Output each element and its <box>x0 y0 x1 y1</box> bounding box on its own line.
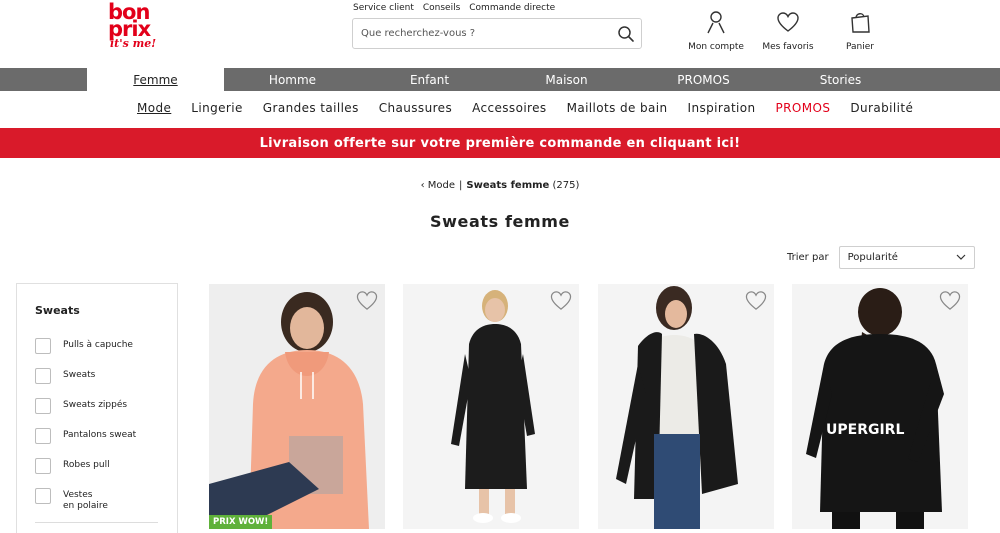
search-box <box>352 18 642 49</box>
tab-enfant[interactable]: Enfant <box>361 68 498 91</box>
checkbox[interactable] <box>35 458 51 474</box>
account-label: Mon compte <box>688 42 744 52</box>
tab-homme[interactable]: Homme <box>224 68 361 91</box>
sub-nav: Mode Lingerie Grandes tailles Chaussures… <box>137 101 913 115</box>
chevron-left-icon: ‹ <box>420 180 425 191</box>
sort-label: Trier par <box>787 252 829 263</box>
sort-control: Trier par Popularité <box>787 246 975 269</box>
product-image <box>598 284 774 529</box>
subnav-mode[interactable]: Mode <box>137 101 171 115</box>
subnav-lingerie[interactable]: Lingerie <box>191 101 242 115</box>
subnav-accessoires[interactable]: Accessoires <box>472 101 546 115</box>
logo-tagline: it's me! <box>110 37 157 50</box>
filter-title: Sweats <box>35 304 80 317</box>
cart-button[interactable]: Panier <box>824 8 896 52</box>
subnav-inspiration[interactable]: Inspiration <box>688 101 756 115</box>
heart-icon <box>776 8 800 36</box>
tab-stories[interactable]: Stories <box>772 68 909 91</box>
subnav-promos[interactable]: PROMOS <box>776 101 831 115</box>
link-commande-directe[interactable]: Commande directe <box>469 3 555 13</box>
filter-panel: Sweats Pulls à capuche Sweats Sweats zip… <box>16 283 178 533</box>
sort-select[interactable]: Popularité <box>838 246 975 269</box>
filter-option[interactable]: Pulls à capuche <box>35 338 133 354</box>
subnav-grandes-tailles[interactable]: Grandes tailles <box>263 101 359 115</box>
favorite-heart-icon[interactable] <box>938 290 962 315</box>
header-actions: Mon compte Mes favoris Panier <box>680 8 896 52</box>
prix-wow-badge: PRIX WOW! <box>209 515 273 529</box>
cart-label: Panier <box>846 42 874 52</box>
breadcrumb-parent[interactable]: Mode <box>428 180 455 191</box>
breadcrumb: ‹ Mode | Sweats femme (275) <box>0 180 1000 191</box>
search-icon[interactable] <box>611 19 641 49</box>
subnav-durabilite[interactable]: Durabilité <box>850 101 913 115</box>
chevron-down-icon <box>956 252 966 263</box>
product-card[interactable]: UPERGIRL <box>792 284 968 529</box>
filter-option[interactable]: Pantalons sweat <box>35 428 136 444</box>
product-card[interactable]: PRIX WOW! <box>209 284 385 529</box>
checkbox[interactable] <box>35 338 51 354</box>
checkbox[interactable] <box>35 368 51 384</box>
filter-option[interactable]: Robes pull <box>35 458 110 474</box>
search-input[interactable] <box>353 19 611 48</box>
top-links: Service client Conseils Commande directe <box>353 3 555 13</box>
filter-option[interactable]: Sweats <box>35 368 95 384</box>
filter-divider <box>35 522 158 523</box>
bag-icon <box>849 8 871 36</box>
tab-femme[interactable]: Femme <box>87 68 224 91</box>
user-icon <box>705 8 727 36</box>
upergirl-print: UPERGIRL <box>826 422 904 438</box>
favorites-button[interactable]: Mes favoris <box>752 8 824 52</box>
logo-line2: prix <box>108 17 151 41</box>
tab-maison[interactable]: Maison <box>498 68 635 91</box>
filter-option[interactable]: Vestes en polaire <box>35 488 108 512</box>
favorite-heart-icon[interactable] <box>355 290 379 315</box>
sort-selected: Popularité <box>847 252 898 263</box>
link-service-client[interactable]: Service client <box>353 3 414 13</box>
subnav-maillots[interactable]: Maillots de bain <box>567 101 668 115</box>
breadcrumb-current: Sweats femme <box>466 180 550 191</box>
product-image <box>209 284 385 529</box>
checkbox[interactable] <box>35 488 51 504</box>
page-title: Sweats femme <box>430 212 570 231</box>
bonprix-logo[interactable]: bon prix it's me! <box>108 2 168 56</box>
link-conseils[interactable]: Conseils <box>423 3 460 13</box>
favorite-heart-icon[interactable] <box>549 290 573 315</box>
account-button[interactable]: Mon compte <box>680 8 752 52</box>
promo-banner[interactable]: Livraison offerte sur votre première com… <box>0 128 1000 158</box>
tab-promos[interactable]: PROMOS <box>635 68 772 91</box>
product-card[interactable] <box>598 284 774 529</box>
category-nav: Femme Homme Enfant Maison PROMOS Stories <box>0 68 1000 91</box>
breadcrumb-separator: | <box>459 180 463 191</box>
favorites-label: Mes favoris <box>762 42 814 52</box>
product-image <box>403 284 579 529</box>
cat-spacer <box>0 68 87 91</box>
product-image: UPERGIRL <box>792 284 968 529</box>
checkbox[interactable] <box>35 428 51 444</box>
filter-option[interactable]: Sweats zippés <box>35 398 127 414</box>
subnav-chaussures[interactable]: Chaussures <box>379 101 452 115</box>
checkbox[interactable] <box>35 398 51 414</box>
favorite-heart-icon[interactable] <box>744 290 768 315</box>
breadcrumb-count: (275) <box>552 180 580 191</box>
product-card[interactable] <box>403 284 579 529</box>
